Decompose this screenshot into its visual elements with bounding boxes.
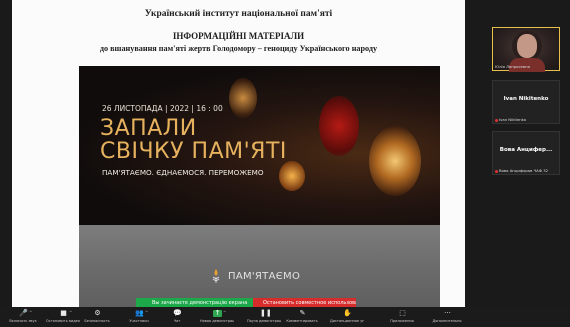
red-candle: [319, 96, 359, 156]
mic-button[interactable]: 🎤 Включить звук ^: [6, 308, 40, 326]
chevron-up-icon[interactable]: ^: [223, 310, 226, 315]
chat-button[interactable]: 💬 Чат: [160, 308, 194, 326]
chevron-up-icon[interactable]: ^: [69, 310, 72, 315]
poster-headline-line1: ЗАПАЛИ: [100, 116, 197, 141]
apps-button[interactable]: ⬚ Приложения: [385, 308, 419, 326]
mic-icon: 🎤: [19, 309, 28, 317]
participants-icon: 👥: [135, 309, 144, 317]
participant-tile[interactable]: Ivan Nikitenko Ivan Nikitenko: [492, 80, 560, 124]
toolbar-label: Чат: [173, 319, 181, 323]
toolbar-label: Новая демонстрация: [200, 319, 234, 323]
pause-icon: ❚❚: [260, 309, 272, 317]
participant-video-tile[interactable]: Юлія Лапросевна: [492, 27, 560, 72]
participant-name-label: Ivan Nikitenko: [495, 117, 526, 122]
toolbar-label: Дистанционное управление: [330, 319, 364, 323]
annotate-button[interactable]: ✎ Комментировать: [285, 308, 319, 326]
meeting-toolbar: 🎤 Включить звук ^ ■ Остановить видео ^ ⚙ Безопа…: [0, 307, 570, 327]
video-icon: ■: [60, 309, 67, 317]
small-candle: [279, 161, 305, 191]
share-screen-button[interactable]: ↑ Новая демонстрация ^: [200, 308, 234, 326]
security-button[interactable]: ⚙ Безопасность: [80, 308, 114, 326]
share-status-bar: Вы зачинаєте демонстрацію екрана Останов…: [136, 298, 356, 307]
toolbar-label: Безопасность: [84, 319, 110, 323]
sharing-notice: Вы зачинаєте демонстрацію екрана: [136, 298, 253, 307]
security-icon: ⚙: [94, 309, 101, 317]
mic-muted-icon: [495, 169, 498, 173]
candle-glow: [229, 78, 257, 118]
toolbar-label: Включить звук: [9, 319, 37, 323]
toolbar-label: Приложения: [390, 319, 414, 323]
lit-candle: [369, 126, 421, 196]
chat-icon: 💬: [173, 309, 182, 317]
apps-icon: ⬚: [399, 309, 406, 317]
participants-button[interactable]: 👥 Участники ^: [122, 308, 156, 326]
memorial-logo-image: ПАМ'ЯТАЄМО: [79, 225, 440, 307]
poster-date: 26 ЛИСТОПАДА | 2022 | 16 : 00: [102, 104, 223, 113]
remote-control-icon: ✋: [343, 309, 352, 317]
wheat-candle-icon: [212, 269, 220, 283]
toolbar-label: Участники: [129, 319, 149, 323]
logo-text: ПАМ'ЯТАЄМО: [228, 271, 301, 282]
poster-headline-line2: СВІЧКУ ПАМ'ЯТІ: [100, 139, 287, 164]
toolbar-label: Пауза демонстрации: [247, 319, 281, 323]
pause-button[interactable]: ❚❚ Пауза демонстрации: [247, 308, 281, 326]
pamiataiemo-logo: ПАМ'ЯТАЄМО: [210, 268, 320, 288]
participants-panel: Юлія Лапросевна Ivan Nikitenko Ivan Niki…: [465, 0, 570, 307]
stop-share-button[interactable]: Остановить совместное использование: [253, 298, 356, 307]
chevron-up-icon[interactable]: ^: [145, 310, 148, 315]
toolbar-label: Комментировать: [286, 319, 318, 323]
participant-face: [517, 34, 537, 58]
zoom-meeting-window: Український інститут національної пам'ят…: [0, 0, 570, 327]
participant-name-label: Вова Анцифоров ЧАФ 32: [495, 168, 548, 173]
video-button[interactable]: ■ Остановить видео ^: [46, 308, 80, 326]
annotate-icon: ✎: [299, 309, 306, 317]
more-icon: ···: [444, 309, 451, 317]
mic-muted-icon: [495, 118, 498, 122]
participant-tile[interactable]: Вова Анцифер... Вова Анцифоров ЧАФ 32: [492, 131, 560, 175]
toolbar-label: Дополнительно: [432, 319, 462, 323]
participant-center-name: Ivan Nikitenko: [503, 96, 549, 102]
participant-name-label: Юлія Лапросевна: [495, 64, 530, 69]
share-screen-icon: ↑: [213, 309, 222, 317]
participant-center-name: Вова Анцифер...: [499, 147, 553, 153]
toolbar-label: Остановить видео: [46, 319, 80, 323]
organization-name: Український інститут національної пам'ят…: [144, 9, 333, 19]
candle-poster: 26 ЛИСТОПАДА | 2022 | 16 : 00 ЗАПАЛИ СВІ…: [79, 66, 440, 225]
document-subtitle: до вшанування пам'яті жертв Голодомору –…: [99, 44, 378, 53]
more-button[interactable]: ··· Дополнительно: [430, 308, 464, 326]
document-title: ІНФОРМАЦІЙНІ МАТЕРІАЛИ: [172, 31, 305, 41]
remote-control-button[interactable]: ✋ Дистанционное управление: [330, 308, 364, 326]
shared-document: Український інститут національної пам'ят…: [12, 0, 465, 307]
poster-tagline: ПАМ'ЯТАЄМО. ЄДНАЄМОСЯ. ПЕРЕМОЖЕМО: [102, 168, 264, 177]
chevron-up-icon[interactable]: ^: [29, 310, 32, 315]
